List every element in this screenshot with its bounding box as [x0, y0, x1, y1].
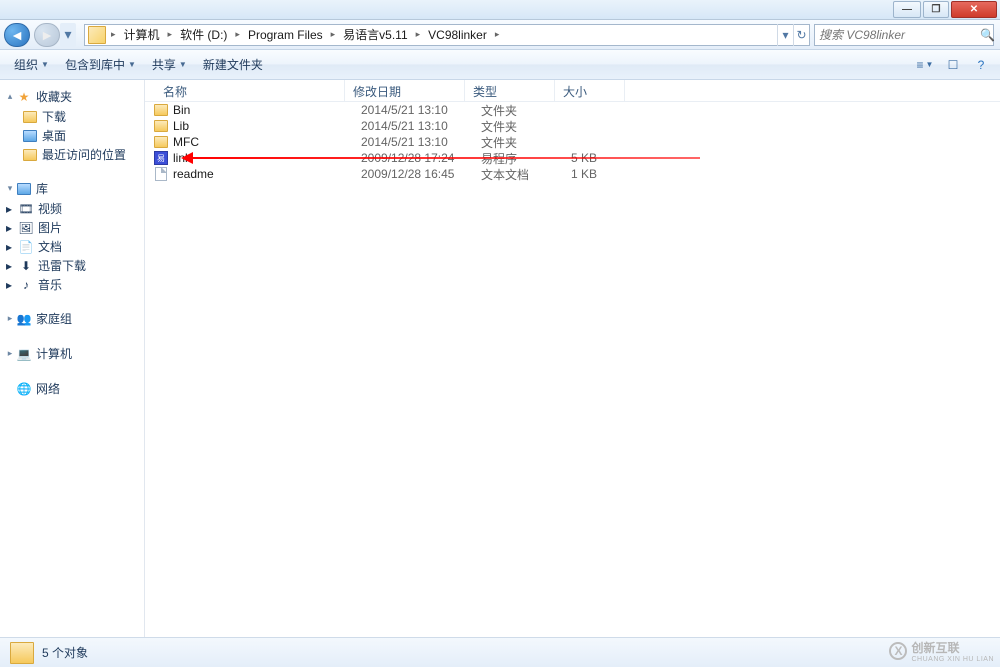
breadcrumb[interactable]: ▸ 计算机 ▸ 软件 (D:) ▸ Program Files ▸ 易语言v5.…: [84, 24, 810, 46]
file-size: 1 KB: [571, 167, 641, 181]
file-name: MFC: [173, 135, 361, 149]
col-date[interactable]: 修改日期: [345, 80, 465, 101]
organize-button[interactable]: 组织▼: [6, 53, 57, 77]
crumb-drive[interactable]: 软件 (D:): [174, 25, 233, 45]
crumb-programfiles[interactable]: Program Files: [242, 25, 329, 45]
file-size: 5 KB: [571, 151, 641, 165]
search-input[interactable]: [815, 28, 980, 42]
folder-icon: [23, 111, 37, 123]
crumb-app[interactable]: 易语言v5.11: [337, 25, 413, 45]
sidebar-item-recent[interactable]: 最近访问的位置: [0, 145, 144, 164]
statusbar: 5 个对象: [0, 637, 1000, 667]
star-icon: ★: [16, 89, 32, 105]
file-row[interactable]: MFC2014/5/21 13:10文件夹: [145, 134, 1000, 150]
crumb-computer[interactable]: 计算机: [118, 25, 166, 45]
network-icon: 🌐: [16, 381, 32, 397]
file-type: 易程序: [481, 150, 571, 167]
watermark: X 创新互联 CHUANG XIN HU LIAN: [889, 639, 994, 663]
titlebar: — ❐ ✕: [0, 0, 1000, 20]
sidebar-item-documents[interactable]: ▸📄文档: [0, 237, 144, 256]
sidebar-network[interactable]: 🌐网络: [0, 378, 144, 399]
history-dropdown[interactable]: ▾: [60, 23, 76, 47]
file-name: link: [173, 151, 361, 165]
file-name: readme: [173, 167, 361, 181]
col-type[interactable]: 类型: [465, 80, 555, 101]
close-button[interactable]: ✕: [951, 1, 997, 18]
file-name: Bin: [173, 103, 361, 117]
file-row[interactable]: Bin2014/5/21 13:10文件夹: [145, 102, 1000, 118]
status-text: 5 个对象: [42, 644, 88, 661]
minimize-button[interactable]: —: [893, 1, 921, 18]
chevron-right-icon: ▸: [233, 29, 242, 40]
chevron-right-icon: ▸: [493, 29, 502, 40]
computer-icon: 💻: [16, 346, 32, 362]
chevron-right-icon: ▸: [414, 29, 423, 40]
desktop-icon: [23, 130, 37, 142]
file-date: 2014/5/21 13:10: [361, 119, 481, 133]
sidebar-item-downloads[interactable]: 下载: [0, 107, 144, 126]
include-button[interactable]: 包含到库中▼: [57, 53, 144, 77]
file-list[interactable]: 名称 修改日期 类型 大小 Bin2014/5/21 13:10文件夹Lib20…: [145, 80, 1000, 637]
file-type: 文件夹: [481, 118, 571, 135]
file-type: 文件夹: [481, 102, 571, 119]
doc-icon: [153, 166, 169, 182]
history-button[interactable]: ▾: [777, 24, 793, 46]
search-box[interactable]: 🔍: [814, 24, 994, 46]
col-size[interactable]: 大小: [555, 80, 625, 101]
crumb-current[interactable]: VC98linker: [422, 25, 493, 45]
maximize-button[interactable]: ❐: [923, 1, 949, 18]
folder-icon: [153, 118, 169, 134]
app-icon: 易: [153, 150, 169, 166]
sidebar-item-thunder[interactable]: ▸⬇迅雷下载: [0, 256, 144, 275]
watermark-logo-icon: X: [889, 642, 907, 660]
file-row[interactable]: 易 link2009/12/28 17:24易程序5 KB: [145, 150, 1000, 166]
folder-icon: [153, 134, 169, 150]
sidebar-item-music[interactable]: ▸♪音乐: [0, 275, 144, 294]
folder-icon: [23, 149, 37, 161]
newfolder-button[interactable]: 新建文件夹: [195, 53, 271, 77]
file-date: 2014/5/21 13:10: [361, 135, 481, 149]
preview-pane-button[interactable]: ☐: [940, 54, 966, 76]
forward-button[interactable]: ►: [34, 23, 60, 47]
search-icon[interactable]: 🔍: [980, 28, 995, 42]
refresh-button[interactable]: ↻: [793, 24, 809, 46]
homegroup-icon: 👥: [16, 311, 32, 327]
file-date: 2014/5/21 13:10: [361, 103, 481, 117]
video-icon: 🎞: [18, 201, 34, 217]
file-type: 文本文档: [481, 166, 571, 183]
file-type: 文件夹: [481, 134, 571, 151]
sidebar-item-videos[interactable]: ▸🎞视频: [0, 199, 144, 218]
music-icon: ♪: [18, 277, 34, 293]
sidebar-item-desktop[interactable]: 桌面: [0, 126, 144, 145]
folder-icon: [10, 642, 34, 664]
sidebar-computer[interactable]: ▸💻计算机: [0, 343, 144, 364]
chevron-right-icon: ▸: [329, 29, 338, 40]
file-row[interactable]: Lib2014/5/21 13:10文件夹: [145, 118, 1000, 134]
share-button[interactable]: 共享▼: [144, 53, 195, 77]
sidebar-favorites[interactable]: ▴★收藏夹: [0, 86, 144, 107]
back-button[interactable]: ◄: [4, 23, 30, 47]
toolbar: 组织▼ 包含到库中▼ 共享▼ 新建文件夹 ≡ ▼ ☐ ?: [0, 50, 1000, 80]
file-date: 2009/12/28 16:45: [361, 167, 481, 181]
view-button[interactable]: ≡ ▼: [912, 54, 938, 76]
picture-icon: 🖼: [18, 220, 34, 236]
help-button[interactable]: ?: [968, 54, 994, 76]
chevron-right-icon: ▸: [166, 29, 175, 40]
file-row[interactable]: readme2009/12/28 16:45文本文档1 KB: [145, 166, 1000, 182]
sidebar-item-pictures[interactable]: ▸🖼图片: [0, 218, 144, 237]
chevron-right-icon: ▸: [109, 29, 118, 40]
download-icon: ⬇: [18, 258, 34, 274]
sidebar-homegroup[interactable]: ▸👥家庭组: [0, 308, 144, 329]
folder-icon: [88, 26, 106, 44]
file-date: 2009/12/28 17:24: [361, 151, 481, 165]
sidebar: ▴★收藏夹 下载 桌面 最近访问的位置 ▾库 ▸🎞视频 ▸🖼图片 ▸📄文档 ▸⬇…: [0, 80, 145, 637]
folder-icon: [153, 102, 169, 118]
col-name[interactable]: 名称: [145, 80, 345, 101]
navbar: ◄ ► ▾ ▸ 计算机 ▸ 软件 (D:) ▸ Program Files ▸ …: [0, 20, 1000, 50]
document-icon: 📄: [18, 239, 34, 255]
column-headers: 名称 修改日期 类型 大小: [145, 80, 1000, 102]
sidebar-libraries[interactable]: ▾库: [0, 178, 144, 199]
file-name: Lib: [173, 119, 361, 133]
library-icon: [17, 183, 31, 195]
